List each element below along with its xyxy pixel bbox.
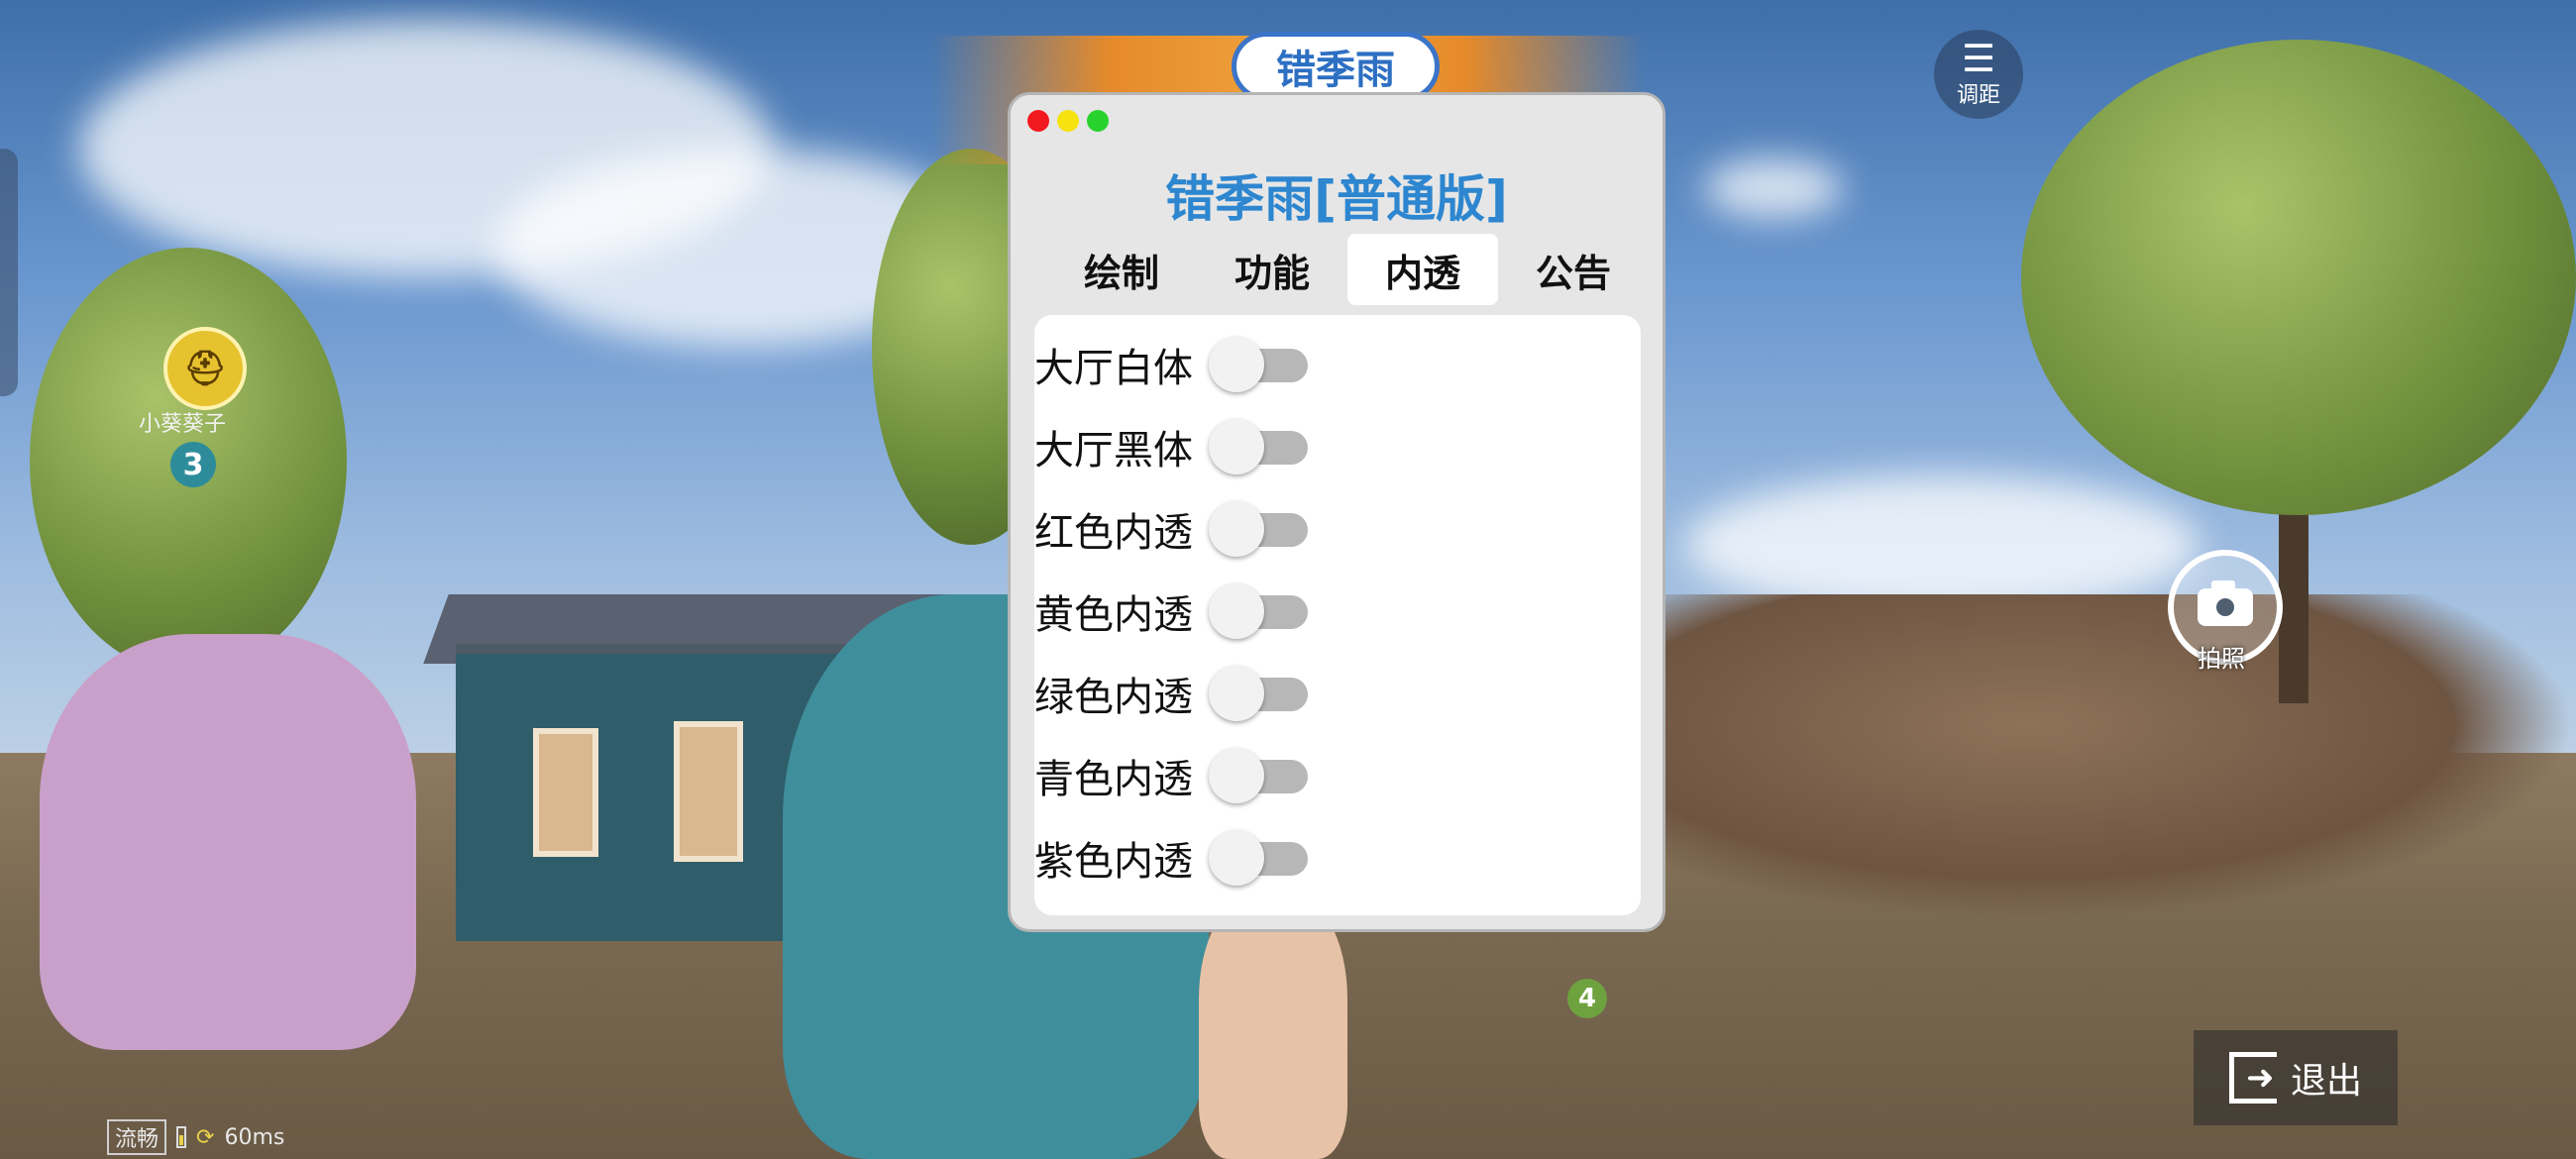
toggle-list: 大厅白体 大厅黑体 红色内透 黄色内透 绿色内透 青色内透 紫色内透 <box>1034 315 1641 915</box>
tab-draw[interactable]: 绘制 <box>1046 234 1197 305</box>
ping-value: 60ms <box>224 1124 285 1150</box>
toggle-row: 紫色内透 <box>1034 828 1312 888</box>
cloud <box>1684 475 2200 614</box>
house-door <box>674 721 743 862</box>
network-quality: 流畅 <box>107 1119 167 1155</box>
toggle-switch[interactable] <box>1209 419 1312 474</box>
toggle-switch[interactable] <box>1209 501 1312 557</box>
tab-announcement[interactable]: 公告 <box>1498 234 1649 305</box>
toggle-label: 大厅黑体 <box>1034 428 1193 474</box>
menu-panel: 错季雨[普通版] 绘制 功能 内透 公告 大厅白体 大厅黑体 红色内透 黄色内透… <box>1008 92 1665 932</box>
minimize-dot[interactable] <box>1057 110 1079 132</box>
toggle-row: 绿色内透 <box>1034 664 1312 723</box>
range-adjust-button[interactable]: ☰ 调距 <box>1934 30 2023 119</box>
helmet-icon: ⛑ <box>163 327 247 410</box>
toggle-label: 大厅白体 <box>1034 346 1193 391</box>
toggle-label: 绿色内透 <box>1034 675 1193 720</box>
side-handle[interactable] <box>0 149 18 396</box>
panel-title: 错季雨[普通版] <box>1165 170 1508 228</box>
rocks <box>1664 594 2576 921</box>
toggle-switch[interactable] <box>1209 666 1312 721</box>
toggle-switch[interactable] <box>1209 748 1312 803</box>
toggle-row: 红色内透 <box>1034 499 1312 559</box>
teammate-marker: 4 <box>1567 979 1607 1018</box>
exit-icon <box>2228 1052 2277 1104</box>
tab-chams[interactable]: 内透 <box>1347 234 1498 305</box>
range-icon: ☰ <box>1961 37 1996 80</box>
toggle-label: 青色内透 <box>1034 757 1193 802</box>
exit-label: 退出 <box>2290 1061 2362 1102</box>
status-bar: 流畅 ⟳ 60ms <box>107 1119 284 1155</box>
toggle-switch[interactable] <box>1209 830 1312 886</box>
tab-bar: 绘制 功能 内透 公告 <box>1046 234 1651 305</box>
exit-button[interactable]: 退出 <box>2194 1030 2398 1125</box>
toggle-row: 黄色内透 <box>1034 581 1312 641</box>
toggle-row: 大厅黑体 <box>1034 417 1312 476</box>
team-number-badge: 3 <box>170 442 216 487</box>
range-label: 调距 <box>1956 83 2000 108</box>
camera-icon <box>2198 580 2253 626</box>
toggle-switch[interactable] <box>1209 583 1312 639</box>
toggle-label: 紫色内透 <box>1034 839 1193 885</box>
photo-label: 拍照 <box>2198 645 2245 673</box>
maximize-dot[interactable] <box>1087 110 1109 132</box>
toggle-row: 青色内透 <box>1034 746 1312 805</box>
battery-icon <box>176 1126 187 1148</box>
tab-functions[interactable]: 功能 <box>1197 234 1347 305</box>
character-left <box>40 634 416 1050</box>
cloud <box>1704 158 1843 218</box>
tree <box>2021 40 2576 515</box>
toggle-label: 红色内透 <box>1034 510 1193 556</box>
team-member-name: 小葵葵子 <box>139 412 227 437</box>
toggle-row: 大厅白体 <box>1034 335 1312 394</box>
close-dot[interactable] <box>1027 110 1049 132</box>
toggle-label: 黄色内透 <box>1034 592 1193 638</box>
toggle-switch[interactable] <box>1209 337 1312 392</box>
banner-title: 错季雨 <box>1232 32 1440 101</box>
house-door <box>533 728 598 857</box>
signal-icon: ⟳ <box>196 1124 215 1150</box>
